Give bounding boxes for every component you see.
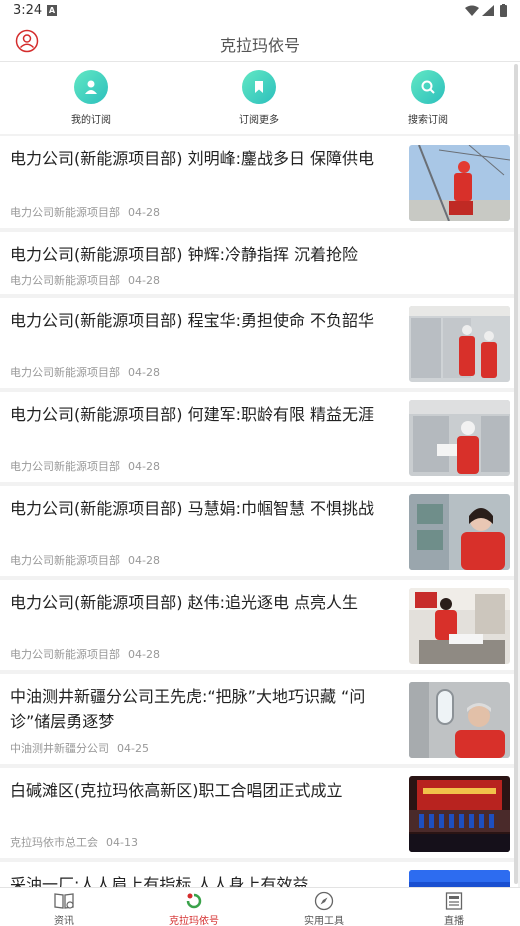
tab-news[interactable]: 资讯: [14, 891, 114, 926]
bottom-navigation: 资讯 克拉玛依号 实用工具 直播: [0, 887, 520, 926]
article-source: 电力公司新能源项目部: [10, 274, 120, 287]
article-title: 中油测井新疆分公司王先虎:“把脉”大地巧识藏 “问诊”储层勇逐梦: [10, 687, 366, 731]
article-meta: 电力公司新能源项目部 04-28: [10, 272, 160, 288]
system-status-icons: [465, 4, 507, 17]
article-item[interactable]: 采油一厂:人人肩上有指标 人人身上有效益: [0, 862, 518, 887]
article-date: 04-28: [128, 460, 160, 473]
article-item[interactable]: 白碱滩区(克拉玛依高新区)职工合唱团正式成立 克拉玛依市总工会 04-13: [0, 768, 518, 858]
article-item[interactable]: 电力公司(新能源项目部) 赵伟:追光逐电 点亮人生 电力公司新能源项目部 04-2…: [0, 580, 518, 670]
article-thumbnail: [409, 870, 510, 887]
article-meta: 电力公司新能源项目部 04-28: [10, 552, 160, 568]
search-subscriptions-button[interactable]: 搜索订阅: [383, 70, 473, 126]
article-meta: 电力公司新能源项目部 04-28: [10, 364, 160, 380]
article-thumbnail: [409, 306, 510, 382]
person-icon: [74, 70, 108, 104]
article-item[interactable]: 电力公司(新能源项目部) 钟辉:冷静指挥 沉着抢险 电力公司新能源项目部 04-2…: [0, 232, 518, 294]
tab-karamay[interactable]: 克拉玛依号: [144, 891, 244, 926]
article-thumbnail: [409, 494, 510, 570]
tab-live-label: 直播: [444, 916, 464, 926]
bookmark-icon: [242, 70, 276, 104]
subscribe-more-button[interactable]: 订阅更多: [214, 70, 304, 126]
compass-icon: [314, 891, 334, 911]
article-date: 04-25: [117, 742, 149, 755]
article-title: 电力公司(新能源项目部) 程宝华:勇担使命 不负韶华: [10, 311, 375, 330]
search-icon: [411, 70, 445, 104]
article-meta: 克拉玛依市总工会 04-13: [10, 834, 138, 850]
article-title: 采油一厂:人人肩上有指标 人人身上有效益: [10, 875, 309, 887]
app-header: 克拉玛依号: [0, 22, 520, 62]
article-title: 电力公司(新能源项目部) 钟辉:冷静指挥 沉着抢险: [10, 245, 359, 264]
article-thumbnail: [409, 145, 510, 221]
tab-live[interactable]: 直播: [404, 891, 504, 926]
article-date: 04-28: [128, 554, 160, 567]
article-list: 电力公司(新能源项目部) 刘明峰:鏖战多日 保障供电 电力公司新能源项目部 04-…: [0, 136, 520, 887]
article-source: 克拉玛依市总工会: [10, 836, 98, 849]
article-source: 电力公司新能源项目部: [10, 206, 120, 219]
article-item[interactable]: 电力公司(新能源项目部) 何建军:职龄有限 精益无涯 电力公司新能源项目部 04-…: [0, 392, 518, 482]
article-source: 电力公司新能源项目部: [10, 366, 120, 379]
article-thumbnail: [409, 682, 510, 758]
article-source: 电力公司新能源项目部: [10, 554, 120, 567]
article-title: 电力公司(新能源项目部) 马慧娟:巾帼智慧 不惧挑战: [10, 499, 375, 518]
page-title: 克拉玛依号: [219, 36, 300, 55]
tab-tools[interactable]: 实用工具: [274, 891, 374, 926]
tab-karamay-label: 克拉玛依号: [169, 916, 219, 926]
article-meta: 电力公司新能源项目部 04-28: [10, 204, 160, 220]
article-item[interactable]: 电力公司(新能源项目部) 马慧娟:巾帼智慧 不惧挑战 电力公司新能源项目部 04-…: [0, 486, 518, 576]
article-title: 电力公司(新能源项目部) 何建军:职龄有限 精益无涯: [10, 405, 375, 424]
article-date: 04-28: [128, 366, 160, 379]
article-title: 白碱滩区(克拉玛依高新区)职工合唱团正式成立: [10, 781, 343, 800]
scrollbar[interactable]: [514, 64, 518, 884]
article-title: 电力公司(新能源项目部) 赵伟:追光逐电 点亮人生: [10, 593, 359, 612]
article-thumbnail: [409, 776, 510, 852]
article-date: 04-28: [128, 648, 160, 661]
article-date: 04-28: [128, 206, 160, 219]
article-date: 04-28: [128, 274, 160, 287]
article-item[interactable]: 电力公司(新能源项目部) 程宝华:勇担使命 不负韶华 电力公司新能源项目部 04-…: [0, 298, 518, 388]
article-item[interactable]: 电力公司(新能源项目部) 刘明峰:鏖战多日 保障供电 电力公司新能源项目部 04-…: [0, 136, 518, 228]
article-meta: 电力公司新能源项目部 04-28: [10, 646, 160, 662]
article-thumbnail: [409, 588, 510, 664]
article-meta: 中油测井新疆分公司 04-25: [10, 740, 149, 756]
status-bar: 3:24 A: [0, 0, 520, 22]
article-source: 电力公司新能源项目部: [10, 648, 120, 661]
article-date: 04-13: [106, 836, 138, 849]
article-thumbnail: [409, 400, 510, 476]
status-time: 3:24: [13, 3, 43, 18]
article-source: 电力公司新能源项目部: [10, 460, 120, 473]
article-title: 电力公司(新能源项目部) 刘明峰:鏖战多日 保障供电: [10, 149, 375, 168]
karamay-logo-icon: [186, 893, 202, 909]
tab-tools-label: 实用工具: [304, 916, 344, 926]
my-subscriptions-label: 我的订阅: [71, 115, 111, 126]
notification-icon: A: [47, 5, 57, 16]
article-meta: 电力公司新能源项目部 04-28: [10, 458, 160, 474]
tab-news-label: 资讯: [54, 916, 74, 926]
article-source: 中油测井新疆分公司: [10, 742, 109, 755]
subscription-actions: 我的订阅 订阅更多 搜索订阅: [0, 62, 520, 134]
subscribe-more-label: 订阅更多: [239, 115, 279, 126]
search-subscriptions-label: 搜索订阅: [408, 115, 448, 126]
book-icon: [54, 893, 74, 909]
news-icon: [445, 892, 463, 910]
article-item[interactable]: 中油测井新疆分公司王先虎:“把脉”大地巧识藏 “问诊”储层勇逐梦 中油测井新疆分…: [0, 674, 518, 764]
my-subscriptions-button[interactable]: 我的订阅: [46, 70, 136, 126]
